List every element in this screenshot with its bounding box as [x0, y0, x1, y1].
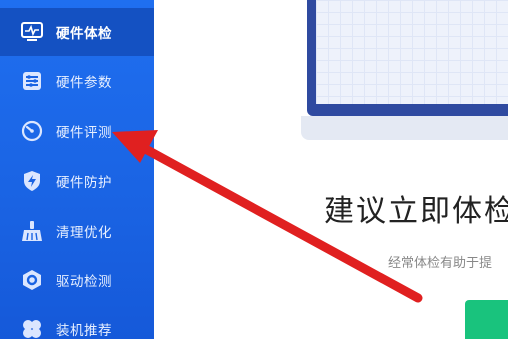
start-checkup-button[interactable] [465, 300, 508, 339]
monitor-pulse-icon [20, 20, 44, 44]
sidebar-item-label: 硬件体检 [56, 26, 112, 42]
sidebar-item-label: 清理优化 [56, 225, 112, 241]
clover-icon [20, 317, 44, 341]
speedometer-icon [20, 119, 44, 143]
sidebar-item-label: 驱动检测 [56, 274, 112, 290]
sidebar-item-hardware-params[interactable]: 硬件参数 [0, 57, 154, 105]
sidebar-item-label: 硬件防护 [56, 175, 112, 191]
sliders-icon [20, 69, 44, 93]
sidebar-item-build-recommend[interactable]: 装机推荐 [0, 305, 154, 353]
sidebar-item-driver-check[interactable]: 驱动检测 [0, 256, 154, 304]
checkup-subline: 经常体检有助于提 [388, 256, 493, 271]
sidebar-item-cleanup[interactable]: 清理优化 [0, 207, 154, 255]
monitor-stand [301, 116, 508, 140]
checkup-headline: 建议立即体检 [324, 194, 508, 229]
broom-icon [20, 219, 44, 243]
sidebar-item-label: 硬件参数 [56, 75, 112, 91]
sidebar-item-hardware-benchmark[interactable]: 硬件评测 [0, 107, 154, 155]
monitor-screen [316, 0, 508, 104]
shield-bolt-icon [20, 169, 44, 193]
sidebar-item-hardware-protection[interactable]: 硬件防护 [0, 157, 154, 205]
sidebar-item-label: 装机推荐 [56, 323, 112, 339]
sidebar-item-label: 硬件评测 [56, 125, 112, 141]
sidebar-item-hardware-checkup[interactable]: 硬件体检 [0, 8, 154, 56]
hexagon-gear-icon [20, 268, 44, 292]
sidebar: 硬件体检 硬件参数 硬件评测 硬件防护 清理优化 驱动检测 装机推荐 [0, 0, 154, 339]
